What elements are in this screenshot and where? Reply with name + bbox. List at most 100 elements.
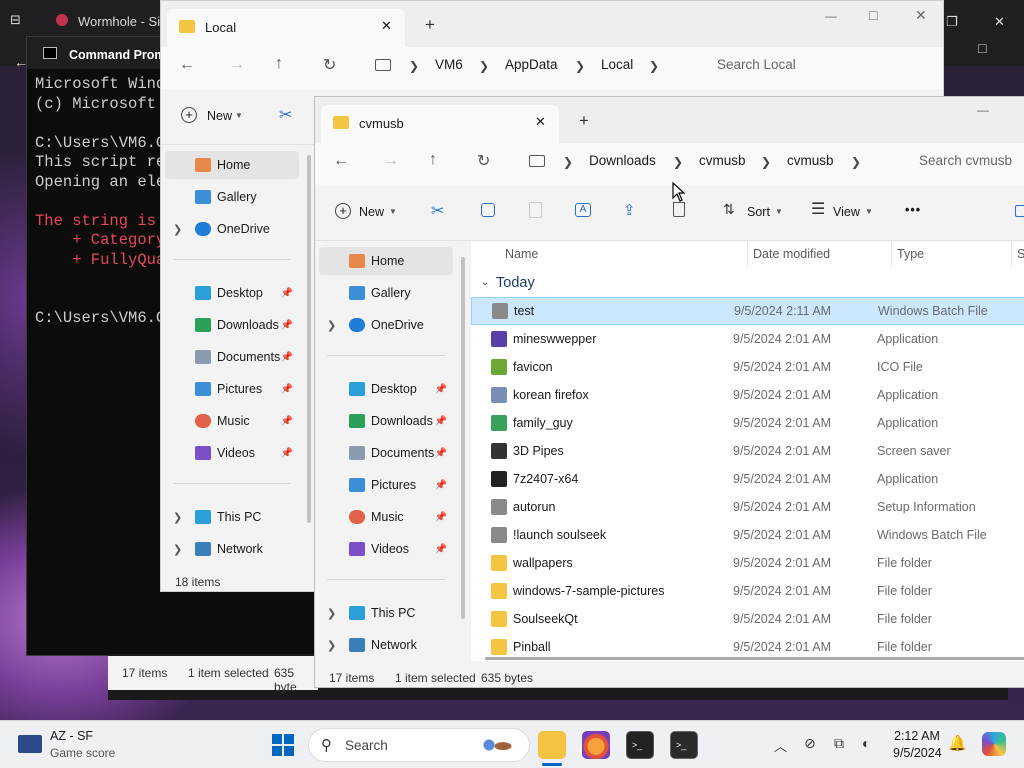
file-row[interactable]: 7z2407-x64 9/5/2024 2:01 AM Application: [471, 465, 1024, 493]
breadcrumb-vm6[interactable]: VM6: [435, 57, 463, 72]
nav-thispc[interactable]: This PC: [165, 503, 299, 531]
column-header-size[interactable]: Si: [1017, 247, 1024, 261]
display-tray-icon[interactable]: ⧉: [834, 735, 844, 752]
file-row[interactable]: mineswwepper 9/5/2024 2:01 AM Application: [471, 325, 1024, 353]
file-row[interactable]: Pinball 9/5/2024 2:01 AM File folder: [471, 633, 1024, 657]
nav-scrollbar[interactable]: [307, 155, 311, 523]
file-row[interactable]: SoulseekQt 9/5/2024 2:01 AM File folder: [471, 605, 1024, 633]
nav-downloads[interactable]: Downloads 📌: [319, 407, 453, 435]
forward-icon[interactable]: →: [383, 152, 399, 170]
new-button[interactable]: New: [207, 109, 232, 123]
horizontal-scrollbar[interactable]: [485, 657, 1024, 660]
maximize-icon[interactable]: □: [869, 7, 877, 23]
cut-icon[interactable]: ✂: [279, 105, 292, 125]
tab-cvmusb[interactable]: cvmusb ✕: [321, 105, 559, 143]
nav-network[interactable]: Network: [165, 535, 299, 563]
file-row[interactable]: windows-7-sample-pictures 9/5/2024 2:01 A…: [471, 577, 1024, 605]
chevron-up-icon[interactable]: ︿: [774, 736, 787, 755]
forward-icon[interactable]: →: [229, 56, 245, 74]
column-header-name[interactable]: Name: [505, 247, 538, 261]
rename-icon[interactable]: A: [575, 203, 591, 217]
clock-date[interactable]: 9/5/2024: [893, 746, 942, 760]
notification-bell-icon[interactable]: 🔔: [948, 734, 967, 752]
file-row[interactable]: wallpapers 9/5/2024 2:01 AM File folder: [471, 549, 1024, 577]
nav-pictures[interactable]: Pictures 📌: [319, 471, 453, 499]
minimize-icon[interactable]: —: [977, 103, 989, 117]
copilot-icon[interactable]: [982, 732, 1006, 756]
volume-tray-icon[interactable]: ◐: [862, 735, 870, 751]
nav-downloads[interactable]: Downloads 📌: [165, 311, 299, 339]
up-icon[interactable]: ↑: [429, 151, 437, 169]
minimize-icon[interactable]: —: [825, 9, 837, 23]
nav-videos[interactable]: Videos 📌: [165, 439, 299, 467]
refresh-icon[interactable]: ↻: [477, 151, 490, 171]
new-tab-icon[interactable]: +: [425, 15, 435, 35]
group-collapse-icon[interactable]: ⌄: [481, 277, 489, 288]
back-icon[interactable]: ←: [179, 56, 195, 74]
nav-home[interactable]: Home: [165, 151, 299, 179]
close-window-icon[interactable]: ✕: [915, 7, 927, 24]
clock-time[interactable]: 2:12 AM: [894, 729, 940, 743]
back-icon[interactable]: ←: [333, 152, 349, 170]
file-row[interactable]: test 9/5/2024 2:11 AM Windows Batch File: [471, 297, 1024, 325]
copy-icon[interactable]: [481, 203, 495, 217]
explorer-window-cvmusb[interactable]: cvmusb ✕ + — ← → ↑ ↻ ❯ Downloads ❯ cvmus…: [314, 96, 1024, 688]
close-tab-icon[interactable]: ✕: [381, 18, 392, 34]
nav-home[interactable]: Home: [319, 247, 453, 275]
nav-scrollbar[interactable]: [461, 257, 465, 619]
breadcrumb-local[interactable]: Local: [601, 57, 633, 72]
search-input[interactable]: Search Local: [717, 57, 796, 72]
up-icon[interactable]: ↑: [275, 55, 283, 73]
tab-local[interactable]: Local ✕: [167, 9, 405, 47]
nav-network[interactable]: Network: [319, 631, 453, 659]
nav-onedrive[interactable]: OneDrive: [319, 311, 453, 339]
widget-title[interactable]: AZ - SF: [50, 729, 93, 743]
nav-music[interactable]: Music 📌: [165, 407, 299, 435]
file-row[interactable]: autorun 9/5/2024 2:01 AM Setup Information: [471, 493, 1024, 521]
view-button[interactable]: View: [833, 205, 860, 219]
nav-videos[interactable]: Videos 📌: [319, 535, 453, 563]
nav-documents[interactable]: Documents 📌: [165, 343, 299, 371]
nav-thispc[interactable]: This PC: [319, 599, 453, 627]
nav-desktop[interactable]: Desktop 📌: [165, 279, 299, 307]
network-tray-icon[interactable]: ⊘: [804, 735, 816, 752]
file-row[interactable]: family_guy 9/5/2024 2:01 AM Application: [471, 409, 1024, 437]
nav-gallery[interactable]: Gallery: [165, 183, 299, 211]
sort-button[interactable]: Sort: [747, 205, 770, 219]
taskbar-search[interactable]: ⚲ Search: [308, 728, 530, 762]
new-tab-icon[interactable]: +: [579, 111, 589, 131]
search-input[interactable]: Search cvmusb: [919, 153, 1012, 168]
file-row[interactable]: favicon 9/5/2024 2:01 AM ICO File: [471, 353, 1024, 381]
breadcrumb-cvmusb-1[interactable]: cvmusb: [699, 153, 746, 168]
group-header-today[interactable]: Today: [496, 275, 535, 291]
nav-onedrive[interactable]: OneDrive: [165, 215, 299, 243]
breadcrumb-downloads[interactable]: Downloads: [589, 153, 656, 168]
more-options-button[interactable]: •••: [905, 203, 921, 217]
column-header-date[interactable]: Date modified: [753, 247, 830, 261]
nav-music[interactable]: Music 📌: [319, 503, 453, 531]
maximize-icon[interactable]: □: [978, 40, 986, 56]
file-row[interactable]: !launch soulseek 9/5/2024 2:01 AM Windows …: [471, 521, 1024, 549]
delete-icon[interactable]: [673, 202, 685, 217]
file-row[interactable]: korean firefox 9/5/2024 2:01 AM Applicatio…: [471, 381, 1024, 409]
nav-documents[interactable]: Documents 📌: [319, 439, 453, 467]
details-pane-icon[interactable]: [1015, 205, 1024, 217]
cut-icon[interactable]: ✂: [431, 201, 444, 221]
restore-icon[interactable]: ❐: [946, 14, 958, 30]
share-icon[interactable]: ⇪: [623, 201, 636, 219]
column-header-type[interactable]: Type: [897, 247, 924, 261]
refresh-icon[interactable]: ↻: [323, 55, 336, 75]
widget-subtitle[interactable]: Game score: [50, 746, 115, 760]
breadcrumb-appdata[interactable]: AppData: [505, 57, 558, 72]
nav-pictures[interactable]: Pictures 📌: [165, 375, 299, 403]
start-icon[interactable]: [272, 734, 294, 756]
tab-actions-icon[interactable]: ⊟: [10, 12, 21, 28]
breadcrumb-cvmusb-2[interactable]: cvmusb: [787, 153, 834, 168]
file-explorer-icon[interactable]: [538, 731, 566, 759]
close-icon[interactable]: ✕: [994, 14, 1005, 30]
firefox-icon[interactable]: [582, 731, 610, 759]
close-tab-icon[interactable]: ✕: [535, 114, 546, 130]
paste-icon[interactable]: [529, 202, 542, 218]
new-button[interactable]: New: [359, 205, 384, 219]
nav-desktop[interactable]: Desktop 📌: [319, 375, 453, 403]
